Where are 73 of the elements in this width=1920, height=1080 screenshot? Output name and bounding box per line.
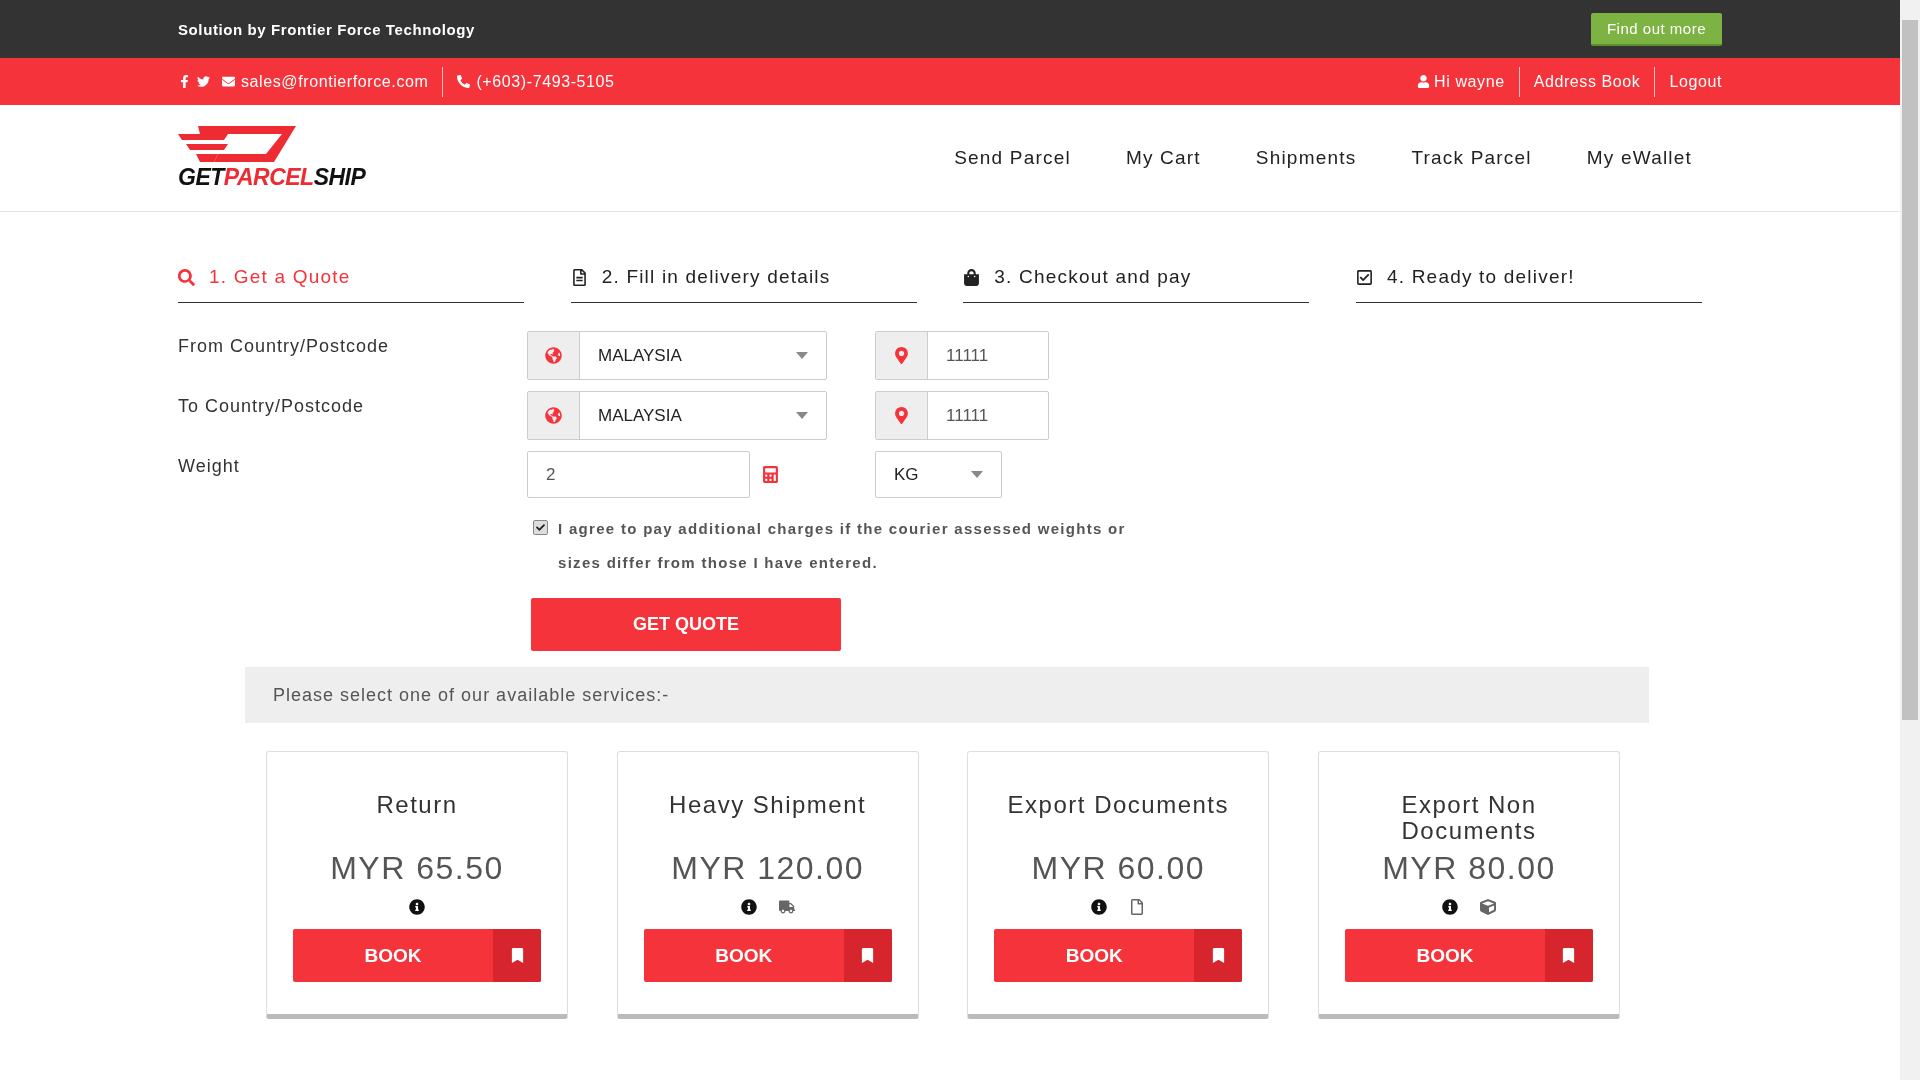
twitter-icon[interactable] <box>197 75 210 88</box>
caret-icon <box>796 352 808 359</box>
map-pin-icon <box>876 392 928 439</box>
promo-text: Solution by Frontier Force Technology <box>178 20 475 38</box>
caret-icon <box>796 412 808 419</box>
service-price: MYR 65.50 <box>330 850 504 887</box>
service-name: Export Documents <box>1006 792 1230 820</box>
logo-text[interactable]: GETPARCELSHIP <box>178 163 366 191</box>
user-greeting[interactable]: Hi wayne <box>1434 72 1505 91</box>
phone-text: (+603)-7493-5105 <box>476 72 615 91</box>
country-select[interactable]: MALAYSIA <box>527 331 827 380</box>
bookmark-icon <box>1194 929 1243 982</box>
account-link[interactable]: Logout <box>1669 72 1722 91</box>
caret-icon <box>971 471 983 478</box>
book-button[interactable]: BOOK <box>994 929 1243 982</box>
user-icon <box>1417 75 1431 88</box>
postcode-field[interactable]: 11111 <box>928 332 1048 379</box>
postcode-input-group[interactable]: 11111 <box>875 391 1049 440</box>
step-tab[interactable]: 4. Ready to deliver! <box>1355 254 1702 303</box>
step-tab[interactable]: 3. Checkout and pay <box>963 254 1310 303</box>
bookmark-icon <box>493 929 541 982</box>
phone-icon <box>457 75 471 88</box>
postcode-input-group[interactable]: 11111 <box>875 331 1049 380</box>
search-icon <box>178 268 195 286</box>
calculator-icon[interactable] <box>762 466 779 483</box>
field-label: From Country/Postcode <box>178 335 391 357</box>
postcode-field[interactable]: 11111 <box>928 392 1048 439</box>
agree-text: I agree to pay additional charges if the courier assessed weights or sizes differ from those I have entered. <box>558 519 1127 573</box>
weight-field[interactable]: 2 <box>527 451 750 498</box>
globe-icon <box>528 332 580 379</box>
nav-link[interactable]: Send Parcel <box>954 147 1071 169</box>
envelope-icon <box>222 75 235 88</box>
book-button[interactable]: BOOK <box>1344 929 1593 982</box>
cube-icon <box>1479 899 1496 915</box>
agree-checkbox[interactable] <box>533 520 548 535</box>
info-icon[interactable] <box>1091 899 1108 915</box>
service-name: Heavy Shipment <box>668 792 868 820</box>
unit-select[interactable]: KG <box>875 451 1002 498</box>
service-price: MYR 80.00 <box>1382 850 1556 887</box>
facebook-icon[interactable] <box>178 75 191 88</box>
bookmark-icon <box>843 929 892 982</box>
document-icon <box>570 268 588 286</box>
document-icon <box>1129 899 1146 915</box>
scrollbar[interactable] <box>1900 0 1920 1080</box>
service-price: MYR 120.00 <box>671 850 865 887</box>
shopping-bag-icon <box>963 268 981 286</box>
account-link[interactable]: Address Book <box>1533 72 1641 91</box>
services-prompt: Please select one of our available services:- <box>245 667 1649 723</box>
info-icon[interactable] <box>740 899 757 915</box>
country-select[interactable]: MALAYSIA <box>527 391 827 440</box>
bookmark-icon <box>1544 929 1593 982</box>
step-tab[interactable]: 1. Get a Quote <box>178 254 524 303</box>
nav-link[interactable]: Shipments <box>1255 147 1357 169</box>
checkbox-icon <box>1355 268 1373 286</box>
service-name: Return <box>375 792 459 820</box>
field-label: To Country/Postcode <box>178 395 366 417</box>
nav-link[interactable]: My eWallet <box>1586 147 1692 169</box>
email-text: sales@frontierforce.com <box>241 72 429 91</box>
globe-icon <box>528 392 580 439</box>
step-tab[interactable]: 2. Fill in delivery details <box>570 254 917 303</box>
nav-link[interactable]: My Cart <box>1125 147 1201 169</box>
field-label: Weight <box>178 455 241 477</box>
info-icon[interactable] <box>409 899 425 915</box>
book-button[interactable]: BOOK <box>643 929 892 982</box>
truck-icon <box>778 899 795 915</box>
nav-link[interactable]: Track Parcel <box>1411 147 1532 169</box>
info-icon[interactable] <box>1441 899 1458 915</box>
service-name: Export Non Documents <box>1400 792 1538 844</box>
book-button[interactable]: BOOK <box>293 929 541 982</box>
map-pin-icon <box>876 332 928 379</box>
service-price: MYR 60.00 <box>1031 850 1206 887</box>
check-icon <box>536 523 545 532</box>
get-quote-button[interactable]: GET QUOTE <box>531 598 841 651</box>
